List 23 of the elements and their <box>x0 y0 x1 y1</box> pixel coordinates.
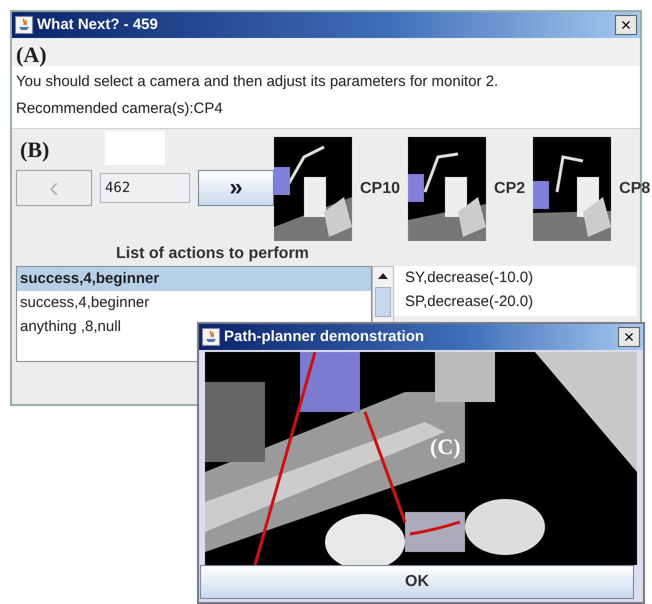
window-title: What Next? - 459 <box>37 14 158 35</box>
java-icon <box>202 328 220 346</box>
detail-text: SY,decrease(-10.0) <box>404 268 534 288</box>
list-title: List of actions to perform <box>115 244 310 264</box>
section-label: (A) <box>16 41 48 69</box>
next-button[interactable]: » <box>198 170 274 206</box>
camera-label: CP8 <box>619 179 650 199</box>
frame-field[interactable]: 462 <box>100 173 190 203</box>
camera-label: CP10 <box>360 179 400 199</box>
annotation-label: (C) <box>430 433 461 461</box>
scroll-thumb[interactable] <box>375 287 391 317</box>
close-button[interactable]: × <box>618 327 640 347</box>
list-item[interactable]: success,4,beginner <box>17 291 371 315</box>
list-item[interactable]: success,4,beginner <box>17 267 371 291</box>
close-button[interactable]: × <box>615 15 637 35</box>
camera-label: CP2 <box>494 179 526 199</box>
section-label: (B) <box>20 136 50 164</box>
detail-text: SP,decrease(-20.0) <box>404 292 534 312</box>
recommendation-text: Recommended camera(s):CP4 <box>16 98 224 118</box>
ok-button[interactable]: OK <box>200 565 634 599</box>
dialog-title: Path-planner demonstration <box>224 326 424 347</box>
java-icon <box>15 16 33 34</box>
message-text: You should select a camera and then adjust its parameters for monitor 2. <box>16 72 500 92</box>
